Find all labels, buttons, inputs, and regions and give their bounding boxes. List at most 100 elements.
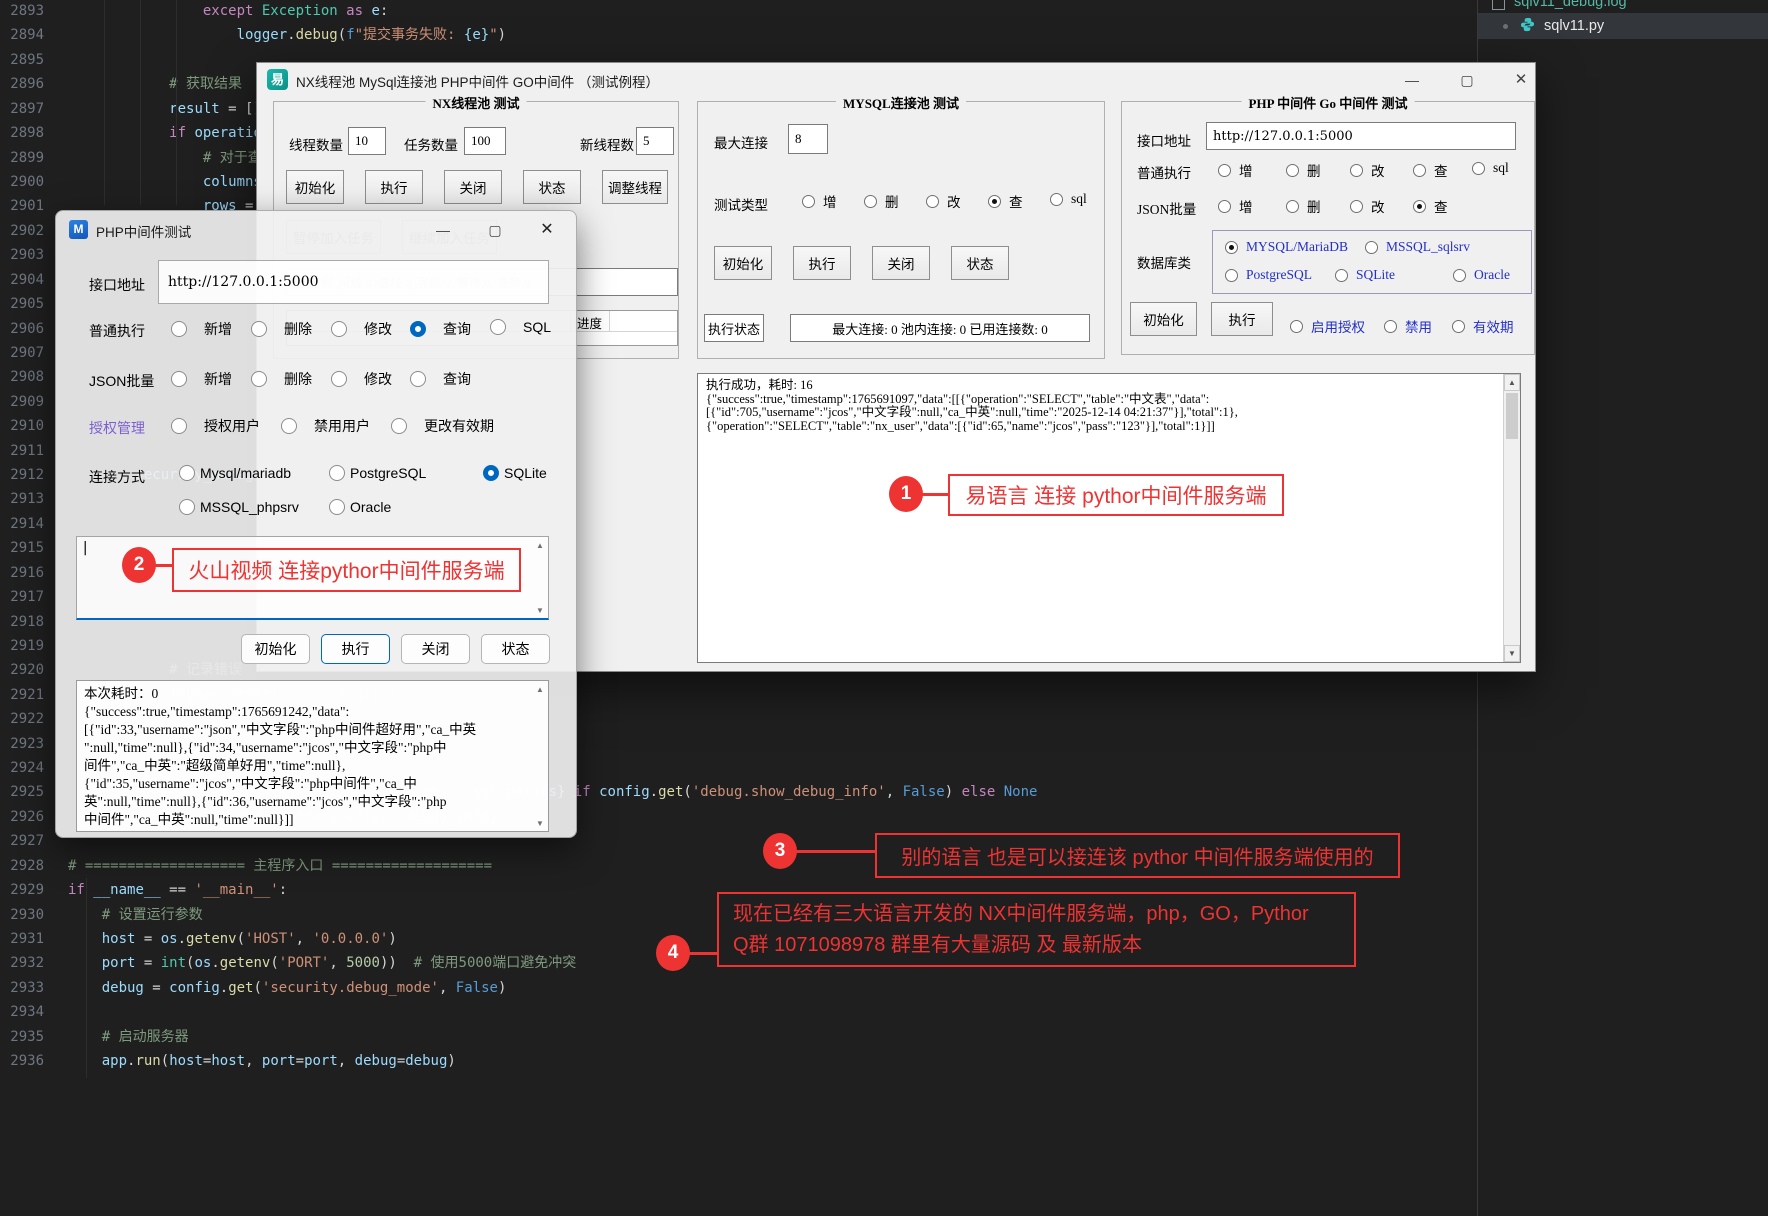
thread-count-label: 线程数量 — [289, 134, 343, 154]
radio-SQL[interactable] — [490, 319, 506, 335]
radio-label: SQLite — [1356, 267, 1395, 283]
button-初始化[interactable]: 初始化 — [714, 246, 772, 280]
radio-有效期[interactable] — [1452, 320, 1465, 333]
radio-查询[interactable] — [410, 321, 426, 337]
radio-增[interactable] — [1218, 164, 1231, 177]
radio-label: sql — [1493, 160, 1509, 176]
radio-删除[interactable] — [251, 321, 267, 337]
radio-禁用用户[interactable] — [281, 418, 297, 434]
radio-MSSQL_sqlsrv[interactable] — [1365, 241, 1378, 254]
close-button[interactable]: ✕ — [532, 219, 562, 241]
db-type-box: MYSQL/MariaDBMSSQL_sqlsrv PostgreSQLSQLi… — [1212, 230, 1532, 294]
radio-修改[interactable] — [331, 321, 347, 337]
button-状态[interactable]: 状态 — [951, 246, 1009, 280]
code-line: # 获取结果 — [68, 75, 242, 94]
scroll-down-icon[interactable]: ▼ — [533, 816, 547, 830]
code-line: result = [] — [68, 100, 262, 119]
radio-SQLite[interactable] — [483, 465, 499, 481]
radio-查询[interactable] — [410, 371, 426, 387]
radio-sql[interactable] — [1050, 193, 1063, 206]
main-titlebar[interactable]: 易 NX线程池 MySql连接池 PHP中间件 GO中间件 （测试例程） — ▢… — [257, 63, 1535, 96]
radio-查[interactable] — [1413, 200, 1426, 213]
code-line: if __name__ == '__main__': — [68, 881, 287, 900]
radio-改[interactable] — [926, 195, 939, 208]
radio-SQLite[interactable] — [1335, 269, 1348, 282]
scroll-down-icon[interactable]: ▼ — [533, 603, 547, 617]
scrollbar-thumb[interactable] — [1506, 393, 1518, 439]
radio-sql[interactable] — [1472, 162, 1485, 175]
api-address-input[interactable] — [158, 260, 549, 304]
radio-新增[interactable] — [171, 371, 187, 387]
radio-查[interactable] — [1413, 164, 1426, 177]
scrollbar[interactable]: ▲ ▼ — [533, 538, 547, 617]
radio-授权用户[interactable] — [171, 418, 187, 434]
main-output-area[interactable]: 执行成功，耗时: 16 {"success":true,"timestamp":… — [697, 373, 1521, 663]
file-row-python[interactable]: sqlv11.py — [1478, 13, 1768, 39]
radio-Oracle[interactable] — [1453, 269, 1466, 282]
radio-option: 新增 — [171, 319, 232, 339]
text-cursor: | — [81, 540, 89, 556]
button-关闭[interactable]: 关闭 — [401, 634, 470, 664]
app-logo-icon: 易 — [267, 69, 288, 90]
api-address-input[interactable] — [1206, 122, 1516, 150]
php-titlebar[interactable]: M PHP中间件测试 — ▢ ✕ — [56, 211, 576, 243]
button-状态[interactable]: 状态 — [523, 170, 581, 204]
radio-删除[interactable] — [251, 371, 267, 387]
radio-改[interactable] — [1350, 164, 1363, 177]
radio-增[interactable] — [1218, 200, 1231, 213]
php-output-area[interactable]: 本次耗时：0 {"success":true,"timestamp":17656… — [76, 680, 549, 832]
thread-count-input[interactable] — [348, 127, 386, 155]
radio-修改[interactable] — [331, 371, 347, 387]
scroll-up-icon[interactable]: ▲ — [533, 538, 547, 552]
radio-更改有效期[interactable] — [391, 418, 407, 434]
button-执行[interactable]: 执行 — [793, 246, 851, 280]
annotation-2-connector — [154, 564, 172, 567]
mysql-pool-legend: MYSQL连接池 测试 — [836, 93, 966, 112]
exec-status-label: 执行状态 — [704, 314, 764, 342]
radio-PostgreSQL[interactable] — [1225, 269, 1238, 282]
scroll-up-icon[interactable]: ▲ — [1504, 374, 1520, 391]
scrollbar[interactable]: ▲ ▼ — [533, 682, 547, 830]
maximize-button[interactable]: ▢ — [1452, 69, 1482, 91]
button-执行[interactable]: 执行 — [365, 170, 423, 204]
radio-禁用[interactable] — [1384, 320, 1397, 333]
new-thread-input[interactable] — [636, 127, 674, 155]
radio-改[interactable] — [1350, 200, 1363, 213]
radio-新增[interactable] — [171, 321, 187, 337]
annotation-1-box: 易语言 连接 pythor中间件服务端 — [948, 474, 1284, 516]
button-执行[interactable]: 执行 — [321, 634, 390, 664]
radio-MSSQL_phpsrv[interactable] — [179, 499, 195, 515]
scrollbar[interactable]: ▲ ▼ — [1503, 374, 1520, 662]
button-关闭[interactable]: 关闭 — [872, 246, 930, 280]
annotation-4-line1: 现在已经有三大语言开发的 NX中间件服务端，php，GO，Pythor — [733, 899, 1309, 930]
radio-option: 增 — [1218, 160, 1253, 180]
radio-Mysql/mariadb[interactable] — [179, 465, 195, 481]
normal-exec-radios: 新增删除修改查询SQL — [56, 319, 576, 336]
close-button[interactable]: ✕ — [1506, 69, 1536, 91]
radio-label: 禁用 — [1405, 316, 1432, 336]
api-address-label: 接口地址 — [1137, 130, 1191, 150]
button-初始化[interactable]: 初始化 — [241, 634, 310, 664]
task-count-input[interactable] — [464, 127, 506, 155]
button-关闭[interactable]: 关闭 — [444, 170, 502, 204]
radio-Oracle[interactable] — [329, 499, 345, 515]
radio-删[interactable] — [864, 195, 877, 208]
scroll-down-icon[interactable]: ▼ — [1504, 645, 1520, 662]
minimize-button[interactable]: — — [428, 219, 458, 241]
button-状态[interactable]: 状态 — [481, 634, 550, 664]
radio-增[interactable] — [802, 195, 815, 208]
button-初始化[interactable]: 初始化 — [286, 170, 344, 204]
maximize-button[interactable]: ▢ — [480, 219, 510, 241]
radio-PostgreSQL[interactable] — [329, 465, 345, 481]
radio-MYSQL/MariaDB[interactable] — [1225, 241, 1238, 254]
radio-label: 改 — [947, 191, 961, 211]
radio-删[interactable] — [1286, 200, 1299, 213]
scroll-up-icon[interactable]: ▲ — [533, 682, 547, 696]
radio-查[interactable] — [988, 195, 1001, 208]
minimize-button[interactable]: — — [1397, 69, 1427, 91]
button-调整线程[interactable]: 调整线程 — [602, 170, 668, 204]
max-conn-input[interactable] — [788, 124, 828, 154]
radio-删[interactable] — [1286, 164, 1299, 177]
api-address-label: 接口地址 — [89, 275, 145, 295]
radio-启用授权[interactable] — [1290, 320, 1303, 333]
